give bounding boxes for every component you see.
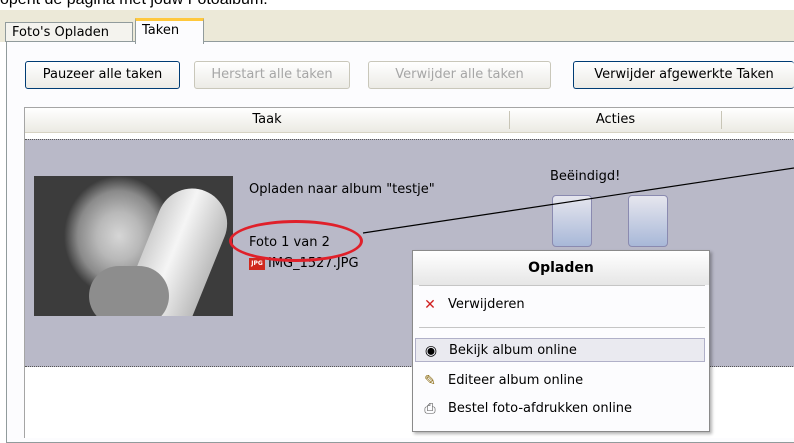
eye-icon: ◉ <box>424 343 438 359</box>
menu-item-editeer-album-label: Editeer album online <box>448 373 584 388</box>
menu-item-verwijderen-label: Verwijderen <box>448 297 525 312</box>
context-menu-title: Opladen <box>413 251 709 285</box>
red-x-icon: ✕ <box>424 297 436 313</box>
pencil-icon: ✎ <box>424 373 436 389</box>
context-menu: Opladen ✕ Verwijderen ◉ Bekijk album onl… <box>412 250 710 432</box>
printer-icon: ⎙ <box>424 401 436 417</box>
menu-item-bekijk-album-label: Bekijk album online <box>449 343 577 358</box>
menu-item-bestel-afdrukken[interactable]: ⎙ Bestel foto-afdrukken online <box>415 397 705 421</box>
menu-item-editeer-album[interactable]: ✎ Editeer album online <box>415 369 705 393</box>
menu-item-bestel-afdrukken-label: Bestel foto-afdrukken online <box>448 401 633 416</box>
tab-taken[interactable]: Taken <box>135 18 204 44</box>
menu-item-verwijderen[interactable]: ✕ Verwijderen <box>415 293 705 317</box>
menu-item-bekijk-album[interactable]: ◉ Bekijk album online <box>415 338 705 362</box>
